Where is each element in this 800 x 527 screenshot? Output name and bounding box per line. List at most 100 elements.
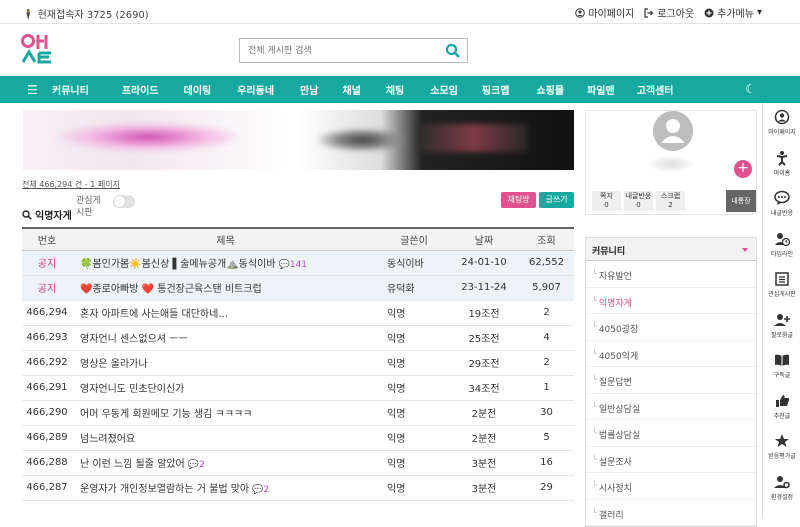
community-menu-item[interactable]: └ 갤러리 (586, 500, 756, 526)
chat-room-button[interactable]: 채팅방 (501, 192, 536, 208)
post-author[interactable]: 익명 (379, 300, 449, 325)
stat-label: 쪽지 (600, 192, 613, 200)
right-sidebar-item[interactable]: 마이홈 (763, 150, 800, 177)
post-count[interactable]: 전체 466,294 건 - 1 페이지 (22, 179, 120, 190)
post-title[interactable]: 영자언니 센스없으셔 ㅡㅡ (80, 334, 188, 345)
post-date: 19조전 (468, 309, 500, 320)
stat-reactions[interactable]: 내글반응 0 (624, 191, 653, 211)
right-sidebar-item[interactable]: 마이페이지 (763, 109, 800, 136)
right-sidebar-item[interactable]: 팔로윙글 (763, 312, 800, 339)
post-title[interactable]: 운영자가 개인정보열람하는 거 불법 맞아 (80, 484, 249, 495)
nav-item[interactable]: 고객센터 (637, 82, 674, 97)
nav-item[interactable]: 커뮤니티 (52, 82, 89, 97)
post-title[interactable]: 영자언니도 민초단이신가 (80, 384, 184, 395)
post-author[interactable]: 익명 (379, 325, 449, 350)
post-number: 466,287 (26, 482, 68, 493)
profile-box: + 쪽지 0 내글반응 0 스크랩 2 내통장 (585, 110, 757, 215)
interest-toggle[interactable] (113, 195, 135, 208)
nav-item[interactable]: 만남 (300, 82, 318, 97)
community-menu-header[interactable]: 커뮤니티 (586, 238, 756, 261)
hamburger-menu-icon[interactable]: ☰ (27, 83, 38, 97)
community-menu-item[interactable]: └ 질문답변 (586, 367, 756, 394)
nav-item[interactable]: 소모임 (430, 82, 458, 97)
post-title[interactable]: 🍀봄인가봄☀️봄신상 ▌술메뉴공개⛰️동식이바 (80, 259, 275, 270)
post-author[interactable]: 유덕화 (379, 275, 449, 300)
table-row[interactable]: 466,290 어머 우동게 회원메모 기능 생김 ㅋㅋㅋㅋ 익명 2분전 30 (22, 400, 574, 425)
table-row[interactable]: 466,289 넘느려졌어요 익명 2분전 5 (22, 425, 574, 450)
dark-mode-toggle-icon[interactable]: ☾ (745, 82, 756, 96)
post-author[interactable]: 익명 (379, 400, 449, 425)
nav-item[interactable]: 쇼핑몰 (536, 82, 564, 97)
interest-label-text: 관심게시판 (76, 196, 101, 218)
comment-bubble-icon: 💬 (252, 485, 264, 495)
stat-notes[interactable]: 쪽지 0 (592, 191, 621, 211)
right-sidebar-item[interactable]: 구독글 (763, 352, 800, 379)
blurred-ad-image (58, 122, 238, 152)
post-title[interactable]: 난 이런 느낌 될줄 알았어 (80, 459, 185, 470)
community-menu-item[interactable]: └ 시사정치 (586, 473, 756, 500)
post-author[interactable]: 익명 (379, 375, 449, 400)
table-row[interactable]: 466,288 난 이런 느낌 될줄 알았어 💬2 익명 3분전 16 (22, 450, 574, 475)
table-row[interactable]: 공지 ❤️종로아빠방 ❤️ 통건장근육스탠 비트크럽 유덕화 23-11-24 5,90… (22, 275, 574, 300)
community-menu-item[interactable]: └ 4050광장 (586, 314, 756, 341)
post-title[interactable]: 어머 우동게 회원메모 기능 생김 ㅋㅋㅋㅋ (80, 409, 252, 420)
community-menu-label: 설문조사 (598, 457, 632, 468)
write-button[interactable]: 글쓰기 (539, 192, 574, 208)
tree-branch-icon: └ (592, 295, 597, 305)
search-input[interactable] (240, 39, 435, 62)
mypage-link[interactable]: 마이페이지 (575, 5, 634, 20)
nav-item[interactable]: 데이팅 (184, 82, 212, 97)
post-title[interactable]: 넘느려졌어요 (80, 434, 135, 445)
nav-item[interactable]: 채팅 (386, 82, 404, 97)
avatar[interactable] (653, 111, 693, 151)
table-row[interactable]: 공지 🍀봄인가봄☀️봄신상 ▌술메뉴공개⛰️동식이바 💬141 동식이바 24-01-… (22, 250, 574, 275)
more-menu-button[interactable]: 추가메뉴 ▾ (704, 5, 762, 20)
post-number: 466,291 (26, 382, 68, 393)
right-sidebar-item[interactable]: 환경설정 (763, 474, 800, 501)
nav-item[interactable]: 우리동네 (237, 82, 274, 97)
post-title[interactable]: 혼자 아파트에 사는애들 대단하네... (80, 309, 228, 320)
tree-branch-icon: └ (592, 454, 597, 464)
site-logo[interactable] (20, 32, 56, 68)
table-row[interactable]: 466,287 운영자가 개인정보열람하는 거 불법 맞아 💬2 익명 3분전 29 (22, 475, 574, 500)
post-author[interactable]: 동식이바 (379, 250, 449, 275)
table-row[interactable]: 466,291 영자언니도 민초단이신가 익명 34조전 1 (22, 375, 574, 400)
post-author[interactable]: 익명 (379, 475, 449, 500)
community-menu-item[interactable]: └ 자유발언 (586, 261, 756, 288)
stat-scraps[interactable]: 스크랩 2 (656, 191, 685, 211)
right-sidebar-item[interactable]: 관심게시판 (763, 271, 800, 298)
tree-branch-icon: └ (592, 375, 597, 384)
right-sidebar-item[interactable]: 내글반응 (763, 190, 800, 217)
community-menu-item[interactable]: └ 설문조사 (586, 447, 756, 473)
community-menu-label: 질문답변 (598, 378, 632, 388)
search-icon[interactable] (445, 43, 461, 59)
post-author[interactable]: 익명 (379, 425, 449, 450)
community-menu-item[interactable]: └ 법률상담실 (586, 420, 756, 447)
community-menu-item[interactable]: └ 4050익게 (586, 341, 756, 367)
ad-banner-left[interactable] (23, 110, 293, 170)
add-button[interactable]: + (734, 160, 752, 178)
nav-item[interactable]: 프라이드 (122, 82, 159, 97)
logout-link[interactable]: 로그아웃 (644, 5, 694, 20)
post-views: 1 (543, 382, 550, 393)
ad-banner-right[interactable] (298, 110, 574, 170)
table-row[interactable]: 466,293 영자언니 센스없으셔 ㅡㅡ 익명 25조전 4 (22, 325, 574, 350)
post-author[interactable]: 익명 (379, 450, 449, 475)
table-row[interactable]: 466,294 혼자 아파트에 사는애들 대단하네... 익명 19조전 2 (22, 300, 574, 325)
table-row[interactable]: 466,292 영상은 올라가나 익명 29조전 2 (22, 350, 574, 375)
nav-item[interactable]: 핑크맵 (482, 82, 510, 97)
post-author[interactable]: 익명 (379, 350, 449, 375)
post-title[interactable]: ❤️종로아빠방 ❤️ 통건장근육스탠 비트크럽 (80, 284, 262, 295)
right-sidebar-item[interactable]: 받음평가글 (763, 433, 800, 460)
nav-item[interactable]: 채널 (342, 82, 360, 97)
nav-item[interactable]: 파일맨 (587, 82, 615, 97)
visitor-count-text: 현재접속자 3725 (2690) (37, 10, 149, 21)
user-circle-icon (575, 7, 586, 18)
community-menu-item[interactable]: └ 익명자게 (586, 288, 756, 314)
community-menu-item[interactable]: └ 일반상담실 (586, 394, 756, 420)
post-date: 24-01-10 (461, 257, 507, 268)
right-sidebar-item[interactable]: 추천글 (763, 393, 800, 420)
right-sidebar-item[interactable]: 타임라인 (763, 231, 800, 258)
message-button[interactable]: 내통장 (726, 190, 756, 212)
post-title[interactable]: 영상은 올라가나 (80, 359, 148, 370)
